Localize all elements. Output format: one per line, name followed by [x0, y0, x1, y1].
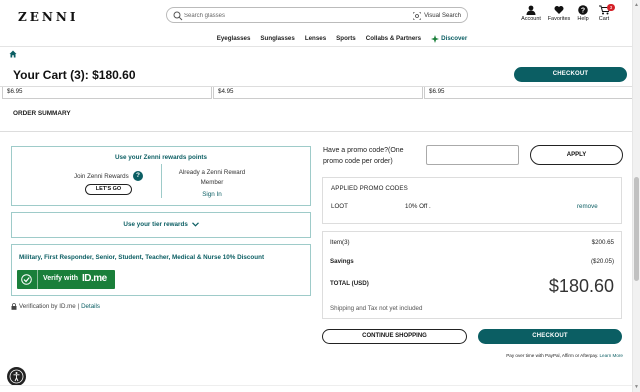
sparkle-icon — [431, 35, 440, 43]
verify-label: Verify with — [43, 275, 79, 282]
scroll-thumb[interactable] — [634, 177, 639, 281]
applied-promo-box: APPLIED PROMO CODES LOOT 10% Off . remov… — [322, 177, 622, 224]
totals-box: Item(3) $200.65 Savings ($20.05) TOTAL (… — [322, 231, 622, 319]
pay-over-time-note: Pay over time with PayPal, Affirm or Aft… — [478, 353, 623, 358]
promo-code-input[interactable] — [426, 145, 519, 165]
nav-lenses[interactable]: Lenses — [301, 32, 326, 46]
search-icon — [173, 11, 183, 21]
nav-divider — [0, 46, 632, 47]
product-price-1: $6.95 — [2, 87, 212, 99]
product-price-strip: $6.95 $4.95 $6.95 — [0, 87, 634, 99]
nav-discover-label: Discover — [441, 35, 468, 42]
idme-logo: ID.me — [82, 273, 107, 284]
tier-rewards-panel[interactable]: Use your tier rewards — [11, 212, 311, 238]
rewards-panel: Use your Zenni rewards points Join Zenni… — [11, 146, 311, 206]
details-link[interactable]: Details — [81, 303, 100, 310]
visual-search-label: Visual Search — [424, 12, 461, 19]
zenni-logo[interactable]: ZENNI — [18, 10, 78, 24]
verify-idme-button[interactable]: Verify with ID.me — [17, 270, 115, 289]
apply-promo-button[interactable]: APPLY — [530, 145, 623, 165]
product-price-3: $6.95 — [424, 87, 634, 99]
search-input[interactable] — [184, 10, 404, 21]
help-icon: ? — [578, 5, 588, 15]
footer-divider — [0, 385, 632, 386]
verify-separator — [37, 270, 38, 289]
items-label: Item(3) — [330, 239, 350, 246]
shipping-note: Shipping and Tax not yet included — [330, 305, 423, 312]
main-nav: Eyeglasses Sunglasses Lenses Sports Coll… — [0, 32, 632, 46]
tier-rewards-toggle[interactable]: Use your tier rewards — [12, 221, 310, 228]
verification-info: Verification by ID.me | Details — [11, 303, 100, 310]
promo-question: Have a promo code?(One promo code per or… — [323, 147, 404, 165]
savings-value: ($20.05) — [590, 258, 614, 265]
promo-code-value: LOOT — [331, 203, 348, 210]
rewards-divider — [161, 164, 162, 198]
scroll-up-arrow-icon[interactable]: ▲ — [634, 2, 639, 8]
military-discount-text: Military, First Responder, Senior, Stude… — [19, 254, 265, 261]
tier-rewards-label: Use your tier rewards — [123, 221, 188, 228]
join-rewards-label: Join Zenni Rewards — [74, 173, 129, 180]
page-scrollbar[interactable]: ▲ ▼ — [632, 0, 640, 392]
home-icon[interactable] — [9, 50, 17, 58]
account-icon — [526, 5, 536, 15]
svg-text:?: ? — [581, 8, 585, 15]
visual-search-button[interactable]: Visual Search — [413, 10, 461, 21]
applied-promo-title: APPLIED PROMO CODES — [331, 185, 408, 192]
remove-promo-link[interactable]: remove — [577, 203, 598, 210]
scroll-down-arrow-icon[interactable]: ▼ — [634, 384, 639, 390]
tab-order-summary[interactable]: ORDER SUMMARY — [13, 110, 71, 117]
cart-title: Your Cart (3): $180.60 — [13, 68, 136, 82]
learn-more-link[interactable]: Learn More — [600, 353, 624, 358]
cart-button[interactable]: 3 Cart — [590, 4, 618, 22]
lets-go-button[interactable]: LET'S GO — [85, 184, 132, 195]
cart-count-badge: 3 — [607, 4, 615, 11]
checkout-button-top[interactable]: CHECKOUT — [514, 67, 627, 82]
check-shield-icon — [21, 274, 32, 285]
savings-label: Savings — [330, 258, 354, 265]
product-price-2: $4.95 — [213, 87, 423, 99]
account-button[interactable]: Account — [517, 5, 545, 22]
continue-shopping-button[interactable]: CONTINUE SHOPPING — [322, 329, 467, 344]
checkout-button-bottom[interactable]: CHECKOUT — [478, 329, 622, 344]
account-label: Account — [521, 16, 541, 22]
help-tooltip-icon[interactable]: ? — [133, 171, 143, 181]
search-bar[interactable]: Visual Search — [166, 7, 468, 23]
tab-divider — [0, 131, 632, 132]
nav-sunglasses[interactable]: Sunglasses — [256, 32, 294, 46]
rewards-title: Use your Zenni rewards points — [114, 154, 208, 161]
items-value: $200.65 — [591, 239, 614, 246]
site-header: ZENNI Visual Search Account Favorites — [0, 0, 632, 32]
favorites-label: Favorites — [547, 16, 571, 22]
chevron-down-icon — [191, 222, 199, 227]
accessibility-button[interactable] — [7, 367, 26, 386]
accessibility-icon — [9, 369, 24, 384]
heart-icon — [554, 6, 564, 14]
cart-label: Cart — [598, 16, 610, 22]
nav-discover[interactable]: Discover — [427, 32, 467, 46]
nav-sports[interactable]: Sports — [332, 32, 356, 46]
lock-icon — [11, 303, 17, 310]
total-label: TOTAL (USD) — [330, 280, 369, 287]
camera-scan-icon — [413, 11, 422, 20]
nav-collabs-partners[interactable]: Collabs & Partners — [362, 32, 421, 46]
verification-text: Verification by ID.me | — [19, 303, 80, 310]
total-value: $180.60 — [548, 276, 614, 296]
sign-in-link[interactable]: Sign In — [177, 191, 247, 198]
military-discount-panel: Military, First Responder, Senior, Stude… — [11, 244, 311, 296]
pay-over-time-text: Pay over time with PayPal, Affirm or Aft… — [506, 353, 599, 358]
already-member-label: Already a Zenni Reward Member — [178, 169, 246, 186]
nav-eyeglasses[interactable]: Eyeglasses — [213, 32, 251, 46]
promo-discount: 10% Off . — [405, 203, 431, 210]
help-label: Help — [577, 16, 589, 22]
